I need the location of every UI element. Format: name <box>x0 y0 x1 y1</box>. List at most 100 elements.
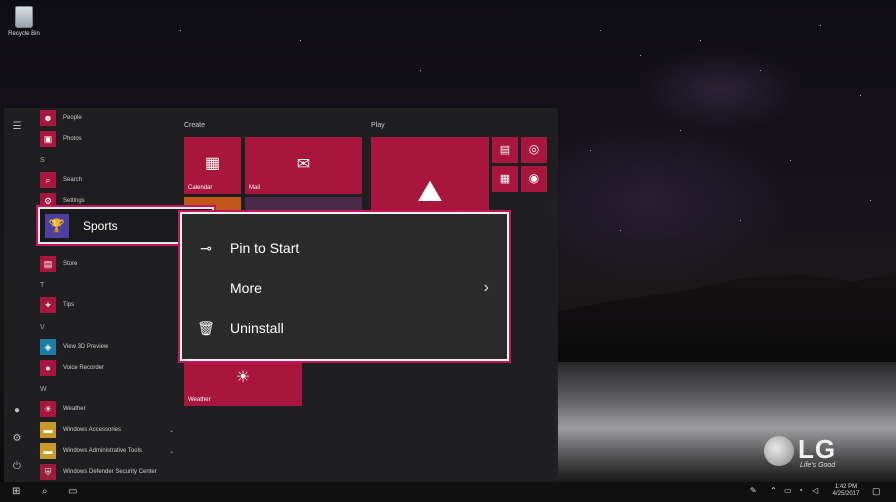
list-item[interactable]: ▬ Windows Accessories ⌄ <box>40 421 186 439</box>
lg-logo-text: LG <box>798 434 837 464</box>
calendar-icon: ▦ <box>204 155 221 172</box>
uninstall-menu-item[interactable]: 🗑 Uninstall <box>182 308 507 348</box>
app-label: People <box>63 115 82 121</box>
film-icon: ▤ <box>499 144 511 156</box>
list-item[interactable]: ⌕ Search <box>40 171 186 189</box>
app-label: View 3D Preview <box>63 344 109 350</box>
app-label: Store <box>63 261 78 267</box>
app-label: Search <box>63 177 83 183</box>
lg-logo: LG Life's Good <box>764 432 854 474</box>
group-label-play[interactable]: Play <box>371 122 385 129</box>
list-item[interactable]: ● Voice Recorder <box>40 359 186 377</box>
app-list: ☻ People ▣ Photos S ⌕ Search ⚙ Settings … <box>34 108 184 482</box>
trash-icon: 🗑 <box>197 319 215 336</box>
webcam-icon: ◉ <box>528 171 540 185</box>
list-item[interactable]: ▬ Windows Administrative Tools ⌄ <box>40 442 186 460</box>
windows-start-icon[interactable]: ⊞ <box>12 486 20 497</box>
store-icon: ▤ <box>40 256 56 272</box>
tile-calculator[interactable]: ▦ <box>492 166 518 192</box>
taskbar: ⊞ ⌕ ▭ ✎ ⌃ ▭ ◔ ◁ 1:42 PM 4/25/2017 ▢ <box>0 482 896 502</box>
list-item[interactable]: ☻ People <box>40 109 186 127</box>
recycle-bin-label: Recycle Bin <box>8 31 40 37</box>
app-label: Voice Recorder <box>63 365 105 371</box>
list-item[interactable]: ▣ Photos <box>40 130 186 148</box>
sun-icon: ☀ <box>235 369 251 386</box>
recycle-bin[interactable]: Recycle Bin <box>6 6 42 37</box>
app-label: Photos <box>63 136 82 142</box>
gear-icon[interactable]: ⚙ <box>10 432 24 446</box>
tile-mail[interactable]: ✉ Mail <box>245 137 362 194</box>
tile-label: Calendar <box>188 185 213 191</box>
clock-date: 4/25/2017 <box>832 491 860 497</box>
user-icon[interactable]: ● <box>10 404 24 418</box>
battery-icon[interactable]: ▭ <box>784 486 792 495</box>
power-icon[interactable]: ⏻ <box>10 460 24 474</box>
tile-movies[interactable]: ▤ <box>492 137 518 163</box>
pin-to-start-menu-item[interactable]: ⊸ Pin to Start <box>182 228 507 268</box>
shield-icon: ⛨ <box>40 464 56 480</box>
search-icon: ⌕ <box>40 172 56 188</box>
app-label: Settings <box>63 198 85 204</box>
mail-icon: ✉ <box>296 156 311 173</box>
context-menu: ⊸ Pin to Start More › 🗑 Uninstall <box>178 210 511 363</box>
network-icon[interactable]: ◔ <box>798 486 803 495</box>
recycle-bin-icon <box>15 6 33 28</box>
tile-groove[interactable]: ◎ <box>521 137 547 163</box>
chevron-down-icon: ⌄ <box>168 448 174 455</box>
mountain-silhouette <box>555 272 896 372</box>
menu-item-label: Uninstall <box>230 320 284 336</box>
app-label: Windows Administrative Tools <box>63 448 142 454</box>
image-icon: ⛰ <box>417 175 443 208</box>
list-item[interactable]: ◈ View 3D Preview <box>40 338 186 356</box>
pin-icon: ⊸ <box>200 239 212 256</box>
people-icon: ☻ <box>40 110 56 126</box>
app-label: Tips <box>63 302 75 308</box>
menu-item-label: Pin to Start <box>230 240 300 256</box>
tile-partial[interactable] <box>245 197 362 211</box>
section-header[interactable]: V <box>40 324 45 331</box>
menu-item-label: More <box>230 280 262 296</box>
search-icon[interactable]: ⌕ <box>42 486 48 497</box>
list-item[interactable]: ✦ Tips <box>40 296 186 314</box>
section-header[interactable]: W <box>40 386 47 393</box>
tile-label: Mail <box>249 185 261 191</box>
sun-icon: ☀ <box>40 401 56 417</box>
clock-time: 1:42 PM <box>834 484 858 490</box>
disc-icon: ◎ <box>528 142 540 156</box>
trophy-icon: 🏆 <box>45 213 69 238</box>
start-rail: ☰ ● ⚙ ⏻ <box>4 108 32 482</box>
app-label: Weather <box>63 406 86 412</box>
app-label: Windows Defender Security Center <box>63 469 157 475</box>
sports-app-label: Sports <box>83 218 118 233</box>
task-view-icon[interactable]: ▭ <box>68 486 77 497</box>
list-item[interactable]: ⛨ Windows Defender Security Center <box>40 463 186 481</box>
clock[interactable]: 1:42 PM 4/25/2017 <box>826 484 866 498</box>
tile-photos[interactable]: ⛰ <box>371 137 489 217</box>
lg-tagline: Life's Good <box>800 462 836 469</box>
cube-icon: ◈ <box>40 339 56 355</box>
hamburger-icon[interactable]: ☰ <box>10 120 24 134</box>
lg-circle-icon <box>764 436 794 466</box>
tile-label: Weather <box>188 397 211 403</box>
microphone-icon: ● <box>40 360 56 376</box>
chevron-down-icon: ⌄ <box>168 427 174 434</box>
photos-icon: ▣ <box>40 131 56 147</box>
calculator-icon: ▦ <box>499 173 511 185</box>
action-center-icon[interactable]: ▢ <box>872 486 881 497</box>
list-item[interactable]: ☀ Weather <box>40 400 186 418</box>
list-item[interactable]: ▤ Store <box>40 255 186 273</box>
tile-weather[interactable]: ☀ Weather <box>184 361 302 406</box>
app-label: Windows Accessories <box>63 427 122 433</box>
pen-icon[interactable]: ✎ <box>750 486 757 495</box>
tips-icon: ✦ <box>40 297 56 313</box>
folder-icon: ▬ <box>40 422 56 438</box>
section-header[interactable]: T <box>40 282 44 289</box>
group-label-create[interactable]: Create <box>184 122 205 129</box>
tile-calendar[interactable]: ▦ Calendar <box>184 137 241 194</box>
volume-icon[interactable]: ◁ <box>812 486 818 495</box>
tile-webcam[interactable]: ◉ <box>521 166 547 192</box>
section-header[interactable]: S <box>40 157 45 164</box>
more-menu-item[interactable]: More › <box>182 268 507 308</box>
folder-icon: ▬ <box>40 443 56 459</box>
chevron-up-icon[interactable]: ⌃ <box>770 486 777 495</box>
